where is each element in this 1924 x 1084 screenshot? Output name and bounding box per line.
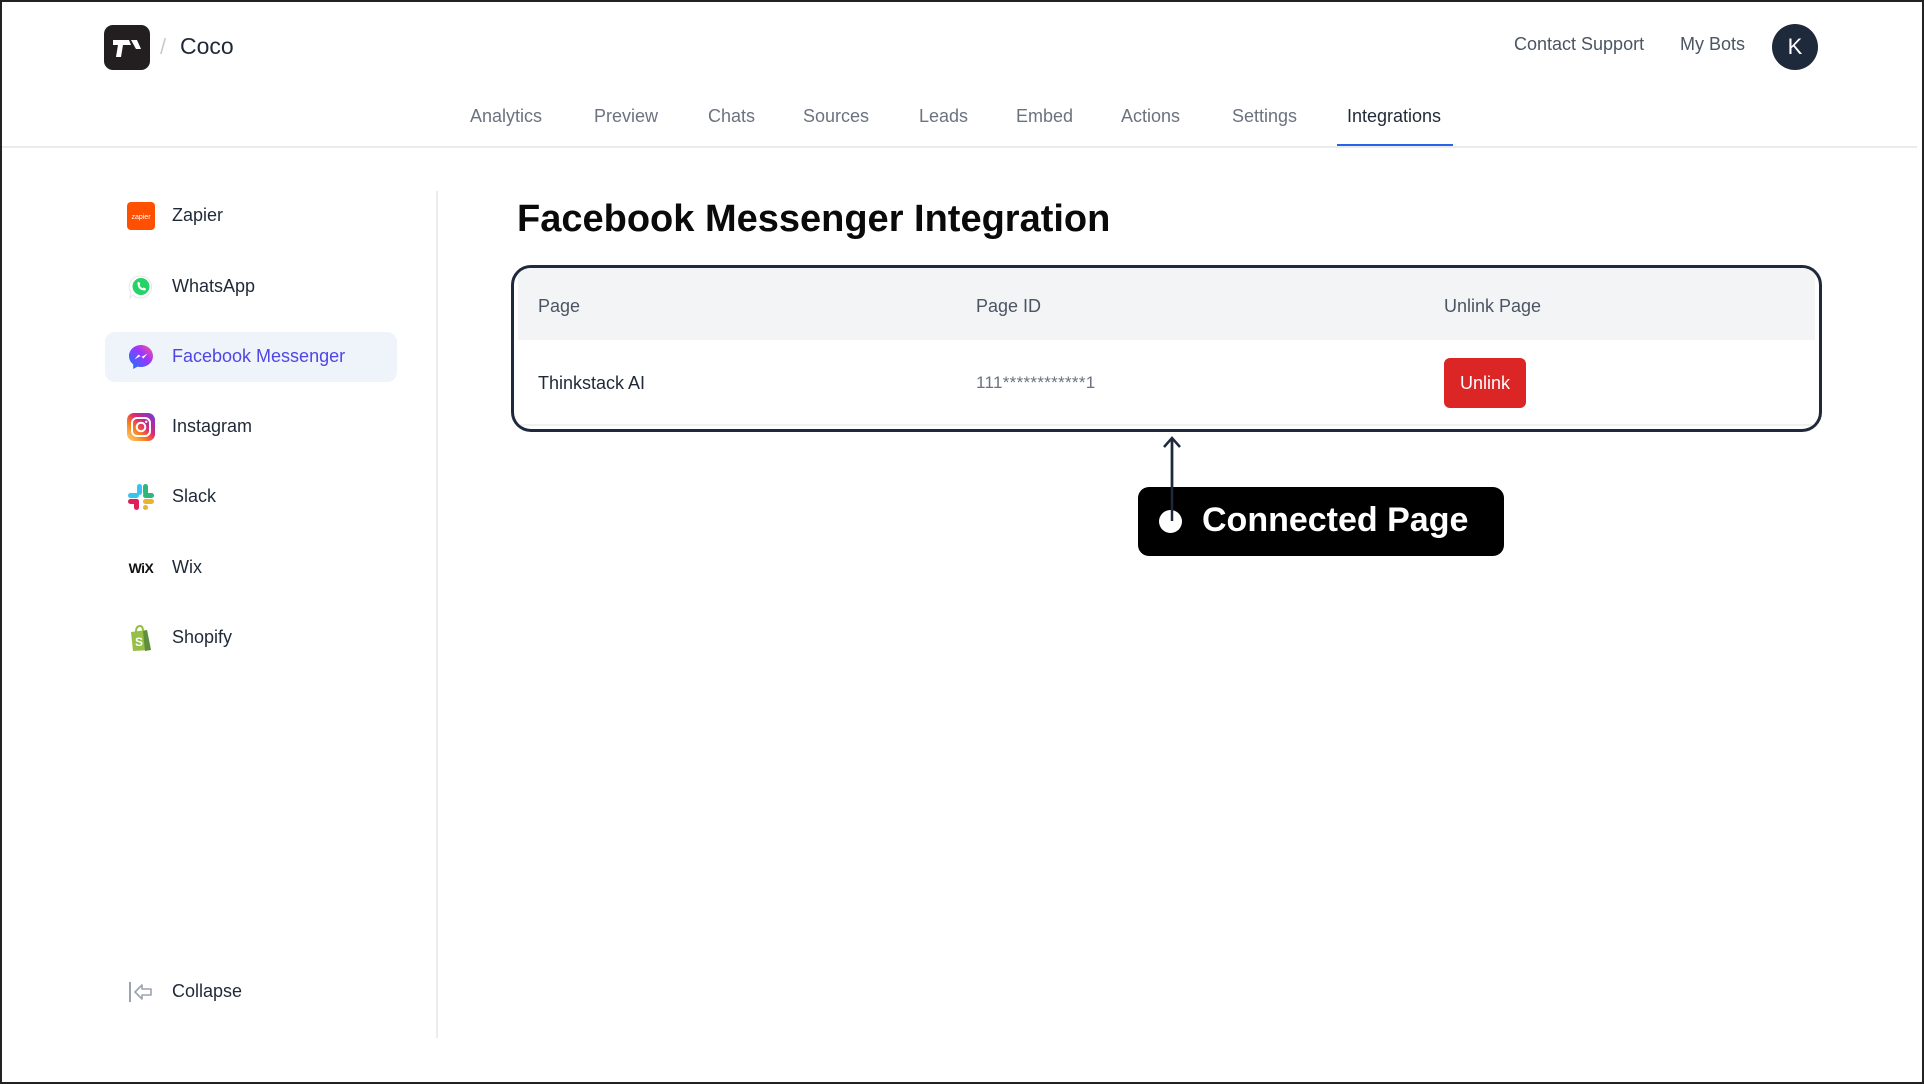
annotation-callout: Connected Page <box>1138 487 1504 556</box>
wix-icon-text: WiX <box>128 560 154 576</box>
sidebar-item-wix[interactable]: WiX Wix <box>105 543 397 593</box>
breadcrumb-separator: / <box>160 34 167 59</box>
tab-settings[interactable]: Settings <box>1232 104 1297 146</box>
instagram-icon <box>127 413 155 441</box>
sidebar-item-label: Facebook Messenger <box>172 346 346 366</box>
shopify-icon: S <box>127 624 155 652</box>
sidebar-item-label: Instagram <box>172 416 253 436</box>
zapier-icon: zapier <box>127 202 155 230</box>
column-header-page: Page <box>538 296 581 316</box>
annotation-arrow-line-overlay <box>1170 438 1174 521</box>
connected-pages-table: Page Page ID Unlink Page Thinkstack AI 1… <box>511 265 1822 432</box>
avatar-initial: K <box>1787 34 1803 59</box>
sidebar-item-label: Zapier <box>172 205 224 225</box>
collapse-label: Collapse <box>172 981 243 1001</box>
column-header-page-id: Page ID <box>976 296 1042 316</box>
svg-text:S: S <box>135 635 143 649</box>
app-logo[interactable] <box>104 25 150 70</box>
callout-label: Connected Page <box>1202 501 1469 539</box>
header-divider <box>2 146 1917 148</box>
tab-preview[interactable]: Preview <box>594 104 658 146</box>
page-id-cell: 111************1 <box>976 373 1096 392</box>
sidebar-item-label: Wix <box>172 557 202 577</box>
tab-actions[interactable]: Actions <box>1121 104 1180 146</box>
nav-tabs: Analytics Preview Chats Sources Leads Em… <box>0 104 1924 147</box>
my-bots-link[interactable]: My Bots <box>1680 34 1745 55</box>
messenger-icon <box>127 343 155 371</box>
tab-leads[interactable]: Leads <box>919 104 968 146</box>
slack-icon <box>127 483 155 511</box>
sidebar-divider <box>436 191 438 1038</box>
page-name-cell: Thinkstack AI <box>538 373 646 393</box>
sidebar-item-whatsapp[interactable]: WhatsApp <box>105 262 397 312</box>
sidebar-item-instagram[interactable]: Instagram <box>105 402 397 452</box>
collapse-icon <box>127 978 155 1006</box>
thinkstack-logo-icon <box>113 39 141 57</box>
tab-chats[interactable]: Chats <box>708 104 755 146</box>
sidebar-item-label: WhatsApp <box>172 276 256 296</box>
collapse-sidebar-button[interactable]: Collapse <box>105 967 397 1017</box>
column-header-unlink-page: Unlink Page <box>1444 296 1542 316</box>
unlink-button[interactable]: Unlink <box>1444 358 1526 408</box>
contact-support-link[interactable]: Contact Support <box>1514 34 1644 55</box>
table-header: Page Page ID Unlink Page <box>518 268 1815 340</box>
sidebar-item-label: Shopify <box>172 627 233 647</box>
sidebar-item-label: Slack <box>172 486 217 506</box>
screenshot-frame <box>0 0 1924 1084</box>
tab-integrations[interactable]: Integrations <box>1336 104 1454 147</box>
bot-name-breadcrumb[interactable]: Coco <box>180 33 234 60</box>
sidebar-item-slack[interactable]: Slack <box>105 472 397 522</box>
sidebar-item-facebook-messenger[interactable]: Facebook Messenger <box>105 332 397 382</box>
sidebar-item-shopify[interactable]: S Shopify <box>105 613 397 663</box>
sidebar-item-zapier[interactable]: zapier Zapier <box>105 191 397 241</box>
page-title: Facebook Messenger Integration <box>517 198 1111 240</box>
table-row: Thinkstack AI 111************1 Unlink <box>518 340 1815 426</box>
whatsapp-icon <box>127 273 155 301</box>
tab-analytics[interactable]: Analytics <box>470 104 542 146</box>
tab-embed[interactable]: Embed <box>1016 104 1073 146</box>
user-avatar[interactable]: K <box>1772 24 1818 70</box>
zapier-icon-text: zapier <box>131 214 151 221</box>
tab-sources[interactable]: Sources <box>803 104 869 146</box>
wix-icon: WiX <box>127 554 155 582</box>
